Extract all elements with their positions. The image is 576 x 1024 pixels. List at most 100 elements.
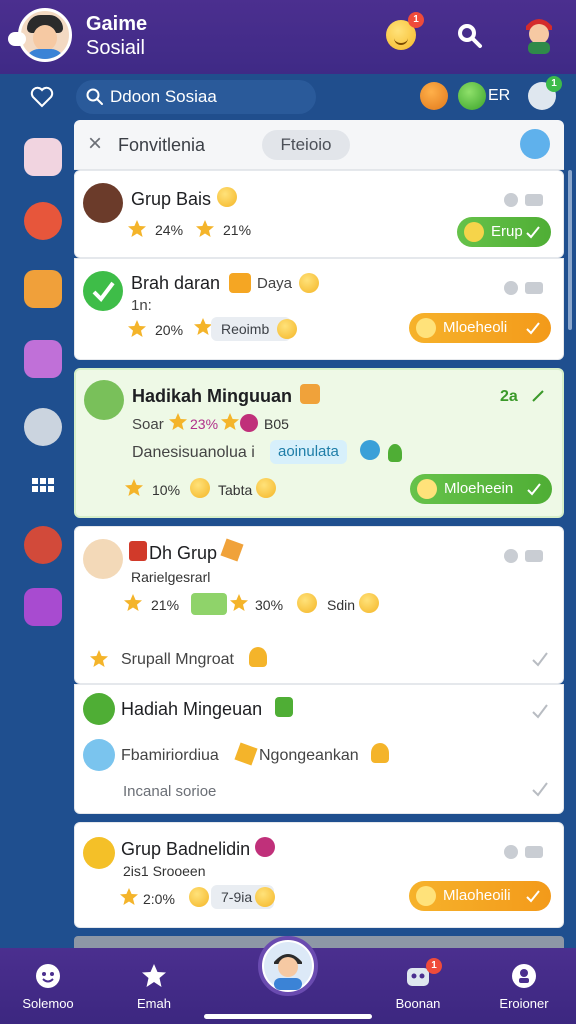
chat-bubble-icon (8, 32, 26, 46)
more-icon[interactable] (501, 279, 551, 297)
check-icon[interactable] (531, 781, 549, 797)
emoji-icon (277, 319, 297, 339)
rail-robot-icon[interactable] (24, 408, 62, 446)
smiley-icon (36, 964, 60, 988)
group-name: Grup Bais (131, 189, 212, 209)
check-avatar-icon (83, 271, 123, 311)
user-character-icon[interactable] (522, 12, 556, 54)
button-label: Mlaoheoili (443, 887, 511, 904)
left-rail (0, 120, 80, 950)
emoji-icon (464, 222, 484, 242)
panel-pill-button[interactable]: Fteioio (262, 130, 350, 160)
star-icon (142, 964, 166, 987)
nav-badge: 1 (426, 958, 442, 974)
edit-icon[interactable] (530, 388, 546, 404)
center-profile-button[interactable] (258, 936, 318, 996)
notification-badge: 1 (408, 12, 424, 28)
more-icon[interactable] (501, 191, 551, 209)
emoji-icon (416, 886, 436, 906)
plant-icon (388, 444, 402, 462)
green-character-icon[interactable] (458, 82, 486, 110)
join-group-button[interactable]: Mloeheoli (409, 313, 551, 343)
group-name: Hadikah Minguuan (132, 386, 293, 406)
heart-outline-icon[interactable] (30, 86, 54, 108)
rail-photo-icon[interactable] (24, 588, 62, 626)
scrollbar[interactable] (568, 170, 572, 330)
group-card[interactable]: Grup Bais 24% 21% Erup (74, 170, 564, 258)
close-icon[interactable]: × (88, 132, 108, 156)
group-sub: 2is1 Srooeen (123, 863, 206, 879)
list-card[interactable]: Hadiah Mingeuan Fbamiriordiua Ngongeanka… (74, 684, 564, 814)
nav-label: Solemoo (22, 996, 74, 1011)
rail-bunny-icon[interactable] (24, 138, 62, 176)
group-sub: 1n: (131, 297, 152, 314)
nav-item-home[interactable]: Solemoo (10, 962, 86, 1011)
nav-item-profile[interactable]: Eroioner (486, 962, 562, 1011)
emoji-icon (297, 593, 317, 613)
star-icon (230, 594, 248, 611)
join-group-button[interactable]: Erup (457, 217, 551, 247)
panel-header: × Fonvitlenia Fteioio (74, 120, 564, 170)
search-icon[interactable] (456, 22, 484, 50)
nav-item-bots[interactable]: Boonan (380, 962, 456, 1011)
avatar (83, 693, 115, 725)
star-icon (125, 479, 143, 496)
group-row-label: Srupall Mngroat (121, 651, 234, 668)
more-icon[interactable] (501, 843, 551, 861)
avatar (83, 183, 123, 223)
check-icon[interactable] (531, 651, 549, 667)
rail-gift-icon[interactable] (24, 340, 62, 378)
nav-label: Boonan (395, 996, 441, 1011)
avatar-icon (264, 942, 312, 990)
group-card[interactable]: Brah daran Daya 1n: 20% Reoimb Mloeheoli (74, 258, 564, 360)
medal-icon (512, 964, 536, 988)
rail-boy-icon[interactable] (24, 202, 62, 240)
rail-cat-icon[interactable] (24, 270, 62, 308)
robot-badge: 1 (546, 76, 562, 92)
star-icon (90, 650, 108, 667)
stat: Tabta (218, 482, 253, 498)
group-name: Grup Badnelidin (121, 839, 251, 859)
search-input[interactable]: Ddoon Sosiaa (76, 80, 316, 114)
trophy-icon (275, 697, 293, 717)
emoji-icon (417, 479, 437, 499)
search-placeholder: Ddoon Sosiaa (110, 87, 217, 106)
basket-icon[interactable] (420, 82, 448, 110)
profile-avatar[interactable] (18, 8, 72, 62)
rail-girl-icon[interactable] (24, 526, 62, 564)
grid-icon[interactable] (32, 478, 54, 500)
avatar (84, 380, 124, 420)
star-icon (124, 594, 142, 611)
star-icon (169, 413, 187, 430)
join-group-button[interactable]: Mlaoheoili (409, 881, 551, 911)
sub-stat: 23% (190, 416, 219, 432)
group-card[interactable]: Dh Grup Rarielgesrarl 21% 30% Sdin Srupa… (74, 526, 564, 684)
smile-emoji-icon (217, 187, 237, 207)
more-icon[interactable] (501, 547, 551, 565)
stat: 2:0% (143, 891, 175, 907)
emoji-icon (255, 887, 275, 907)
group-sub: Rarielgesrarl (131, 569, 211, 585)
join-group-button[interactable]: Mloeheein (410, 474, 552, 504)
button-label: Erup (491, 223, 523, 240)
description: Danesisuanolua i (132, 444, 255, 461)
flower-icon (240, 414, 258, 432)
check-icon (526, 226, 540, 239)
app-title-line2: Sosiail (86, 37, 145, 59)
button-label: Mloeheein (444, 480, 514, 497)
nav-label: Eroioner (499, 996, 549, 1011)
corner-count: 2a (500, 388, 518, 405)
owl-icon[interactable] (520, 129, 550, 159)
stat: 20% (155, 322, 184, 338)
nav-item-favorites[interactable]: Emah (116, 962, 192, 1011)
star-icon (221, 413, 239, 430)
group-card[interactable]: Grup Badnelidin 2is1 Srooeen 2:0% 7-9ia … (74, 822, 564, 928)
star-icon (128, 220, 146, 237)
stat: 24% (155, 222, 184, 238)
check-icon (526, 890, 540, 903)
emoji-icon (359, 593, 379, 613)
check-icon[interactable] (531, 703, 549, 719)
stat: Sdin (327, 597, 356, 613)
home-indicator (204, 1014, 372, 1019)
highlighted-group-card[interactable]: Hadikah Minguuan 2a Soar 23% B05 Danesis… (74, 368, 564, 518)
